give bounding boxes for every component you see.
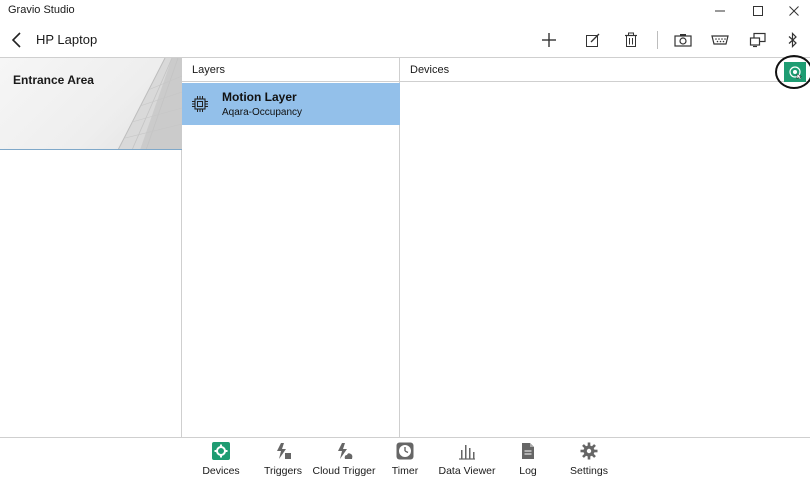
bottom-nav: Devices Triggers Cloud Trigger Timer Dat… bbox=[0, 437, 810, 480]
back-button[interactable] bbox=[6, 28, 28, 52]
maximize-button[interactable] bbox=[740, 0, 776, 22]
layers-header-label: Layers bbox=[192, 64, 226, 76]
close-icon bbox=[789, 6, 799, 16]
minimize-button[interactable] bbox=[702, 0, 738, 22]
page-title: HP Laptop bbox=[36, 32, 98, 47]
nav-timer-label: Timer bbox=[391, 465, 419, 477]
document-icon bbox=[518, 441, 538, 461]
area-name: Entrance Area bbox=[13, 73, 94, 87]
screen-icon bbox=[749, 32, 766, 48]
add-button[interactable] bbox=[536, 28, 562, 52]
bluetooth-icon bbox=[788, 32, 797, 48]
app-title: Gravio Studio bbox=[8, 4, 75, 16]
gear-box-icon bbox=[211, 441, 231, 461]
nav-log-label: Log bbox=[519, 465, 537, 477]
layers-panel: Layers Motion Layer Aqara-Occupancy bbox=[182, 58, 400, 437]
nav-data-viewer[interactable]: Data Viewer bbox=[437, 441, 497, 480]
gear-icon bbox=[579, 441, 599, 461]
bar-chart-icon bbox=[457, 441, 477, 461]
cloud-trigger-icon bbox=[334, 441, 354, 461]
nav-devices-label: Devices bbox=[202, 465, 240, 477]
nav-settings[interactable]: Settings bbox=[568, 441, 610, 480]
nav-log[interactable]: Log bbox=[514, 441, 542, 480]
maximize-icon bbox=[753, 6, 763, 16]
page-header: HP Laptop bbox=[0, 22, 810, 58]
minimize-icon bbox=[715, 10, 725, 12]
trash-icon bbox=[625, 32, 637, 47]
bluetooth-button[interactable] bbox=[780, 28, 806, 52]
devices-panel: Devices bbox=[400, 55, 810, 437]
chip-icon bbox=[192, 96, 208, 112]
camera-icon bbox=[674, 34, 692, 47]
clock-icon bbox=[395, 441, 415, 461]
layers-header: Layers bbox=[182, 58, 399, 82]
nav-cloud-trigger-label: Cloud Trigger bbox=[312, 465, 376, 477]
nav-triggers-label: Triggers bbox=[263, 465, 303, 477]
plus-icon bbox=[542, 33, 556, 47]
area-background-image bbox=[117, 58, 182, 149]
edit-icon bbox=[586, 33, 600, 47]
devices-header: Devices bbox=[400, 58, 810, 82]
toolbar-divider bbox=[657, 31, 658, 49]
area-list: Entrance Area bbox=[0, 58, 182, 437]
serial-button[interactable] bbox=[707, 28, 733, 52]
layer-name: Motion Layer bbox=[222, 90, 297, 104]
screen-button[interactable] bbox=[745, 28, 771, 52]
area-card-entrance[interactable]: Entrance Area bbox=[0, 58, 182, 150]
camera-button[interactable] bbox=[670, 28, 696, 52]
close-window-button[interactable] bbox=[776, 0, 810, 22]
layer-type: Aqara-Occupancy bbox=[222, 107, 303, 118]
serial-port-icon bbox=[711, 35, 729, 45]
title-bar: Gravio Studio bbox=[0, 0, 810, 22]
highlight-circle bbox=[775, 55, 810, 89]
nav-timer[interactable]: Timer bbox=[389, 441, 421, 480]
gravio-studio-window: Gravio Studio HP Laptop Entrance Area La… bbox=[0, 0, 810, 480]
trigger-icon bbox=[273, 441, 293, 461]
delete-button[interactable] bbox=[618, 28, 644, 52]
devices-header-label: Devices bbox=[410, 64, 450, 76]
edit-button[interactable] bbox=[580, 28, 606, 52]
nav-triggers[interactable]: Triggers bbox=[261, 441, 305, 480]
layer-item-motion[interactable]: Motion Layer Aqara-Occupancy bbox=[182, 83, 400, 125]
nav-settings-label: Settings bbox=[570, 465, 608, 477]
chevron-left-icon bbox=[11, 32, 21, 48]
nav-data-viewer-label: Data Viewer bbox=[438, 465, 496, 477]
nav-devices[interactable]: Devices bbox=[200, 441, 242, 480]
nav-cloud-trigger[interactable]: Cloud Trigger bbox=[312, 441, 376, 480]
